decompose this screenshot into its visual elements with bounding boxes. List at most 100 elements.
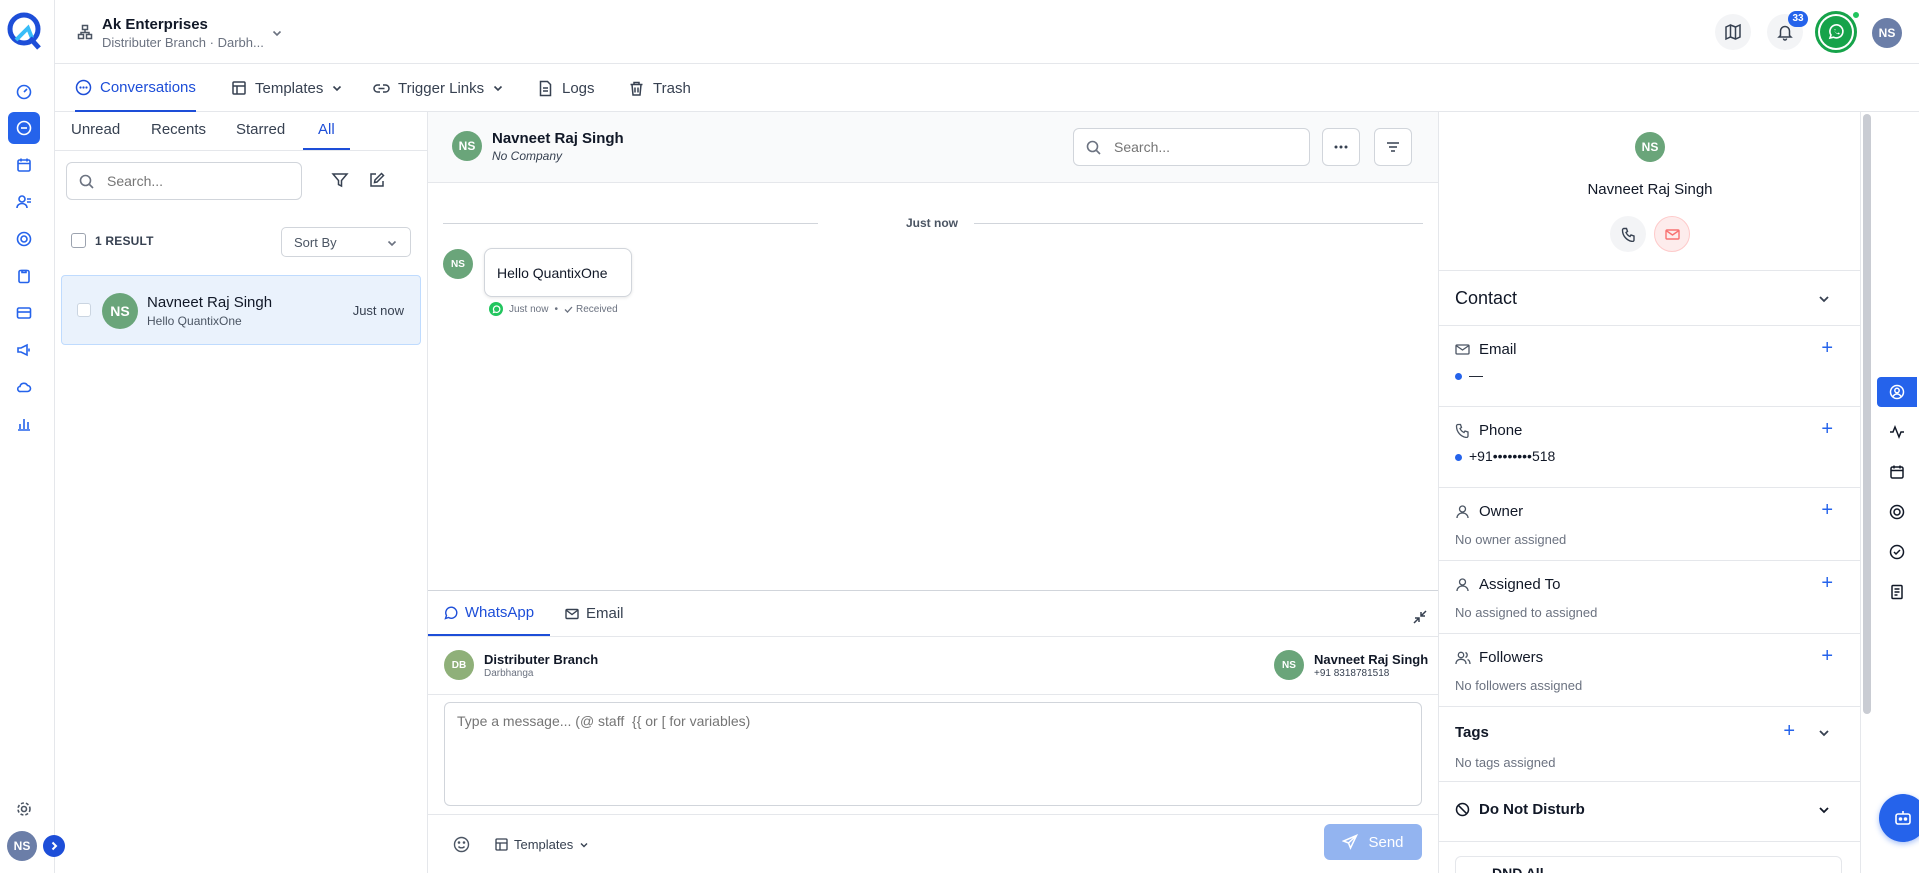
chat-pane: NS Navneet Raj Singh No Company Just now… (428, 112, 1438, 873)
message-input[interactable] (444, 702, 1422, 806)
composer-tab-email[interactable]: Email (565, 591, 635, 636)
add-phone-button[interactable]: + (1821, 419, 1833, 439)
block-icon (1455, 802, 1470, 817)
payments-icon[interactable] (8, 297, 40, 329)
dnd-all-row[interactable]: DND All (1455, 856, 1842, 873)
dnd-section[interactable]: Do Not Disturb (1439, 782, 1861, 842)
filter-tab-unread[interactable]: Unread (71, 112, 120, 150)
contact-icon[interactable] (1877, 377, 1917, 407)
select-all-checkbox[interactable] (71, 233, 86, 248)
mail-icon (1664, 228, 1680, 240)
add-assignee-button[interactable]: + (1821, 573, 1833, 593)
followers-section: Followers + No followers assigned (1439, 634, 1861, 707)
assistant-bot-button[interactable] (1879, 794, 1919, 842)
megaphone-icon[interactable] (8, 334, 40, 366)
contacts-icon[interactable] (8, 186, 40, 218)
header-user-avatar[interactable]: NS (1872, 18, 1902, 48)
add-owner-button[interactable]: + (1821, 500, 1833, 520)
tab-trash[interactable]: Trash (628, 64, 691, 112)
user-icon (1455, 504, 1470, 519)
chevron-down-icon (333, 85, 342, 92)
contact-section-title: Contact (1455, 288, 1518, 308)
tab-templates[interactable]: Templates (231, 64, 343, 112)
assigned-value: No assigned to assigned (1455, 605, 1598, 620)
filter-tab-all[interactable]: All (303, 112, 350, 150)
row-checkbox[interactable] (77, 303, 91, 317)
result-count: 1 RESULT (95, 234, 154, 248)
composer-tab-whatsapp-label: WhatsApp (464, 604, 535, 621)
branch-icon (77, 24, 93, 40)
notes-icon[interactable] (1889, 584, 1905, 600)
phone-value[interactable]: +91••••••••518 (1469, 448, 1555, 464)
composer: WhatsApp Email DB Distributer Branch Dar… (428, 590, 1438, 873)
tab-logs[interactable]: Logs (537, 64, 595, 112)
contact-section-header[interactable]: Contact (1439, 271, 1861, 326)
sender-name[interactable]: Distributer Branch (484, 652, 598, 667)
email-label: Email (1479, 341, 1517, 358)
calendar-icon[interactable] (8, 149, 40, 181)
message-bubble[interactable]: Hello QuantixOne (484, 248, 632, 297)
template-icon (495, 838, 508, 851)
add-follower-button[interactable]: + (1821, 646, 1833, 666)
list-search-input[interactable] (107, 171, 292, 191)
reports-icon[interactable] (8, 408, 40, 440)
map-button[interactable] (1715, 14, 1751, 50)
target-icon[interactable] (8, 223, 40, 255)
chat-search-input[interactable] (1114, 137, 1299, 157)
app-logo[interactable] (6, 10, 42, 50)
target-icon[interactable] (1889, 504, 1905, 520)
chevron-down-icon[interactable] (1817, 726, 1831, 740)
phone-label: Phone (1479, 422, 1523, 439)
org-switcher[interactable]: Ak Enterprises Distributer Branch · Darb… (77, 14, 347, 54)
whatsapp-status-button[interactable] (1815, 11, 1857, 53)
more-options-button[interactable] (1322, 128, 1360, 166)
chat-bubble-icon (75, 79, 92, 95)
settings-icon[interactable] (8, 793, 40, 825)
phone-section: Phone + +91••••••••518 (1439, 407, 1861, 488)
list-search-box[interactable] (66, 162, 302, 200)
tags-label: Tags (1455, 724, 1489, 741)
calendar-icon[interactable] (1889, 464, 1905, 480)
add-email-button[interactable]: + (1821, 338, 1833, 358)
sort-label: Sort By (294, 235, 337, 250)
email-button[interactable] (1654, 216, 1690, 252)
chat-icon[interactable] (8, 112, 40, 144)
divider-line-left (443, 223, 818, 224)
recipient-name[interactable]: Navneet Raj Singh (1314, 652, 1428, 667)
chat-search-box[interactable] (1073, 128, 1310, 166)
task-icon[interactable] (1889, 544, 1905, 560)
activity-icon[interactable] (1889, 424, 1905, 440)
chevron-down-icon (494, 85, 503, 92)
message-status: Received (575, 303, 618, 315)
composer-tab-whatsapp[interactable]: WhatsApp (428, 591, 550, 636)
list-item[interactable]: NS Navneet Raj Singh Hello QuantixOne Ju… (61, 275, 421, 345)
emoji-button[interactable] (453, 836, 470, 853)
tab-conversations-label: Conversations (100, 78, 196, 96)
chat-filter-button[interactable] (1374, 128, 1412, 166)
call-button[interactable] (1610, 216, 1646, 252)
collapse-composer-button[interactable] (1412, 609, 1428, 625)
sort-dropdown[interactable]: Sort By (281, 227, 411, 257)
email-value[interactable]: — (1469, 367, 1483, 383)
dashboard-icon[interactable] (8, 76, 40, 108)
mail-icon (565, 608, 579, 619)
clipboard-icon[interactable] (8, 260, 40, 292)
chevron-down-icon (271, 27, 283, 39)
sender-sub: Darbhanga (484, 668, 534, 679)
minimize-icon (1413, 610, 1427, 624)
filter-tab-starred[interactable]: Starred (236, 112, 285, 150)
cloud-icon[interactable] (8, 371, 40, 403)
meta-separator: • (554, 303, 558, 315)
templates-dropdown[interactable]: Templates (495, 837, 589, 852)
tab-trigger-links[interactable]: Trigger Links (373, 64, 504, 112)
filter-tab-recents[interactable]: Recents (151, 112, 206, 150)
tab-conversations[interactable]: Conversations (75, 64, 196, 112)
chat-contact-name[interactable]: Navneet Raj Singh (492, 130, 624, 147)
filter-button[interactable] (331, 171, 353, 193)
user-avatar[interactable]: NS (7, 831, 37, 861)
add-tag-button[interactable]: + (1783, 721, 1795, 741)
send-button[interactable]: Send (1324, 824, 1422, 860)
divider-line-right (974, 223, 1423, 224)
assigned-label: Assigned To (1479, 576, 1561, 593)
compose-button[interactable] (368, 171, 390, 193)
